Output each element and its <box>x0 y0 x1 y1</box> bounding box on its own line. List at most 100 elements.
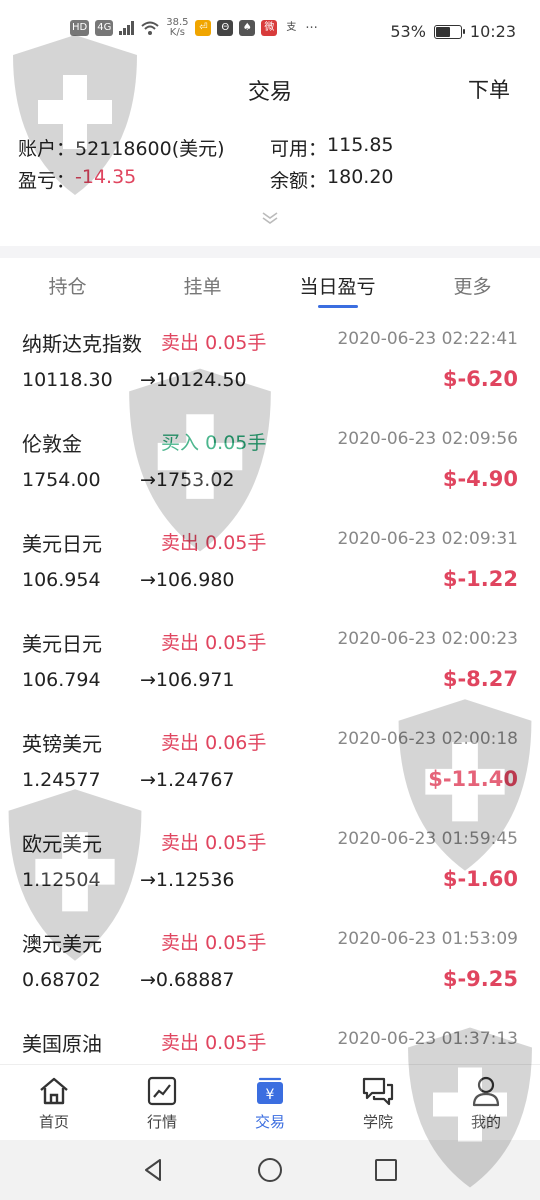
open-price: 1754.00 <box>22 469 101 491</box>
trade-direction: 买入 0.05手 <box>161 432 267 454</box>
account-value: 52118600(美元) <box>75 138 225 160</box>
list-item[interactable]: 纳斯达克指数 卖出 0.05手 2020-06-23 02:22:41 1011… <box>0 316 540 416</box>
qq-icon: ♠ <box>239 20 256 36</box>
trade-time: 2020-06-23 01:37:13 <box>337 1029 518 1049</box>
pnl-value: -14.35 <box>75 166 137 188</box>
symbol-name: 美元日元 <box>22 532 102 556</box>
nav-profile[interactable]: 我的 <box>432 1065 540 1140</box>
nav-trade-label: 交易 <box>254 1113 285 1131</box>
place-order-button[interactable]: 下单 <box>468 74 510 104</box>
tab-more[interactable]: 更多 <box>405 258 540 316</box>
battery-percent: 53% <box>390 22 426 41</box>
pnl-label: 盈亏： <box>18 170 76 192</box>
app-notification-icon: Θ <box>217 20 234 36</box>
open-price: 106.954 <box>22 569 101 591</box>
nav-home-label: 首页 <box>38 1113 69 1131</box>
alipay-icon: 支 <box>283 20 300 36</box>
symbol-name: 美元日元 <box>22 632 102 656</box>
open-price: 1.12504 <box>22 869 101 891</box>
battery-level <box>435 26 450 37</box>
nav-home[interactable]: 首页 <box>0 1065 108 1140</box>
account-label: 账户： <box>18 138 76 160</box>
user-icon <box>472 1076 500 1107</box>
trade-time: 2020-06-23 02:00:23 <box>337 629 518 649</box>
close-price: →1.12536 <box>140 869 235 891</box>
symbol-name: 伦敦金 <box>22 432 82 456</box>
open-price: 0.68702 <box>22 969 101 991</box>
trade-direction: 卖出 0.05手 <box>161 1032 267 1054</box>
available-label: 可用： <box>270 138 328 160</box>
network-4g-icon: 4G <box>95 20 114 36</box>
symbol-name: 澳元美元 <box>22 932 102 956</box>
balance-row: 余额： 180.20 <box>270 166 394 193</box>
trade-direction: 卖出 0.05手 <box>161 532 267 554</box>
svg-text:¥: ¥ <box>266 1087 275 1103</box>
status-bar-right: 53% 10:23 <box>390 22 516 41</box>
network-speed: 38.5 K/s <box>166 17 189 38</box>
list-item[interactable]: 美元日元 卖出 0.05手 2020-06-23 02:00:23 106.79… <box>0 616 540 716</box>
trade-pnl: $-1.60 <box>442 867 518 891</box>
trade-time: 2020-06-23 02:22:41 <box>337 329 518 349</box>
section-divider <box>0 246 540 258</box>
balance-value: 180.20 <box>327 166 394 188</box>
list-item[interactable]: 美国原油 卖出 0.05手 2020-06-23 01:37:13 <box>0 1016 540 1064</box>
symbol-name: 美国原油 <box>22 1032 102 1056</box>
trade-pnl: $-1.22 <box>442 567 518 591</box>
trade-direction: 卖出 0.05手 <box>161 632 267 654</box>
battery-icon <box>433 24 465 39</box>
wifi-icon <box>141 21 160 35</box>
chart-icon <box>147 1076 177 1106</box>
tab-daily-pnl-label: 当日盈亏 <box>299 276 376 298</box>
list-item[interactable]: 伦敦金 买入 0.05手 2020-06-23 02:09:56 1754.00… <box>0 416 540 516</box>
page-title: 交易 <box>247 80 292 105</box>
status-bar: HD 4G 38.5 K/s ⏎ Θ ♠ 微 支 ··· 53% 10:23 <box>0 0 540 60</box>
trade-icon: ¥ <box>257 1077 283 1104</box>
list-item[interactable]: 美元日元 卖出 0.05手 2020-06-23 02:09:31 106.95… <box>0 516 540 616</box>
status-bar-left: HD 4G 38.5 K/s ⏎ Θ ♠ 微 支 ··· <box>70 18 318 38</box>
close-price: →0.68887 <box>140 969 235 991</box>
hd-icon: HD <box>70 20 90 36</box>
app-notification-icon: ⏎ <box>195 20 212 36</box>
pnl-row: 盈亏： -14.35 <box>18 166 136 193</box>
open-price: 10118.30 <box>22 369 113 391</box>
symbol-name: 欧元美元 <box>22 832 102 856</box>
trade-direction: 卖出 0.05手 <box>161 332 267 354</box>
tab-daily-pnl[interactable]: 当日盈亏 <box>270 258 405 316</box>
signal-icon <box>119 21 135 35</box>
app-notification-icon: 微 <box>261 20 278 36</box>
header: 交易 下单 <box>0 60 540 118</box>
clock: 10:23 <box>469 22 516 41</box>
nav-trade[interactable]: ¥ 交易 <box>216 1065 324 1140</box>
trade-pnl: $-9.25 <box>442 967 518 991</box>
back-icon[interactable] <box>140 1156 168 1184</box>
bottom-navigation: 首页 行情 ¥ 交易 学院 我的 <box>0 1064 540 1140</box>
account-summary: 账户： 52118600(美元) 可用： 115.85 盈亏： -14.35 余… <box>0 128 540 246</box>
trade-list: 纳斯达克指数 卖出 0.05手 2020-06-23 02:22:41 1011… <box>0 316 540 1064</box>
trade-direction: 卖出 0.05手 <box>161 832 267 854</box>
expand-chevron-icon[interactable] <box>0 210 540 230</box>
available-row: 可用： 115.85 <box>270 134 394 161</box>
trade-pnl: $-8.27 <box>442 667 518 691</box>
available-value: 115.85 <box>327 134 394 156</box>
balance-label: 余额： <box>270 170 328 192</box>
trade-time: 2020-06-23 01:53:09 <box>337 929 518 949</box>
home-button-icon[interactable] <box>256 1156 284 1184</box>
recent-apps-icon[interactable] <box>372 1156 400 1184</box>
nav-academy-label: 学院 <box>362 1113 393 1131</box>
list-item[interactable]: 澳元美元 卖出 0.05手 2020-06-23 01:53:09 0.6870… <box>0 916 540 1016</box>
symbol-name: 纳斯达克指数 <box>22 332 142 356</box>
list-item[interactable]: 英镑美元 卖出 0.06手 2020-06-23 02:00:18 1.2457… <box>0 716 540 816</box>
home-icon <box>40 1077 68 1105</box>
nav-academy[interactable]: 学院 <box>324 1065 432 1140</box>
trade-pnl: $-11.40 <box>428 767 518 791</box>
close-price: →10124.50 <box>140 369 247 391</box>
close-price: →106.980 <box>140 569 235 591</box>
chat-icon <box>362 1077 394 1106</box>
tab-positions[interactable]: 持仓 <box>0 258 135 316</box>
trade-pnl: $-4.90 <box>442 467 518 491</box>
tab-pending-orders[interactable]: 挂单 <box>135 258 270 316</box>
tab-bar: 持仓 挂单 当日盈亏 更多 <box>0 258 540 316</box>
nav-market[interactable]: 行情 <box>108 1065 216 1140</box>
trade-time: 2020-06-23 02:09:31 <box>337 529 518 549</box>
list-item[interactable]: 欧元美元 卖出 0.05手 2020-06-23 01:59:45 1.1250… <box>0 816 540 916</box>
